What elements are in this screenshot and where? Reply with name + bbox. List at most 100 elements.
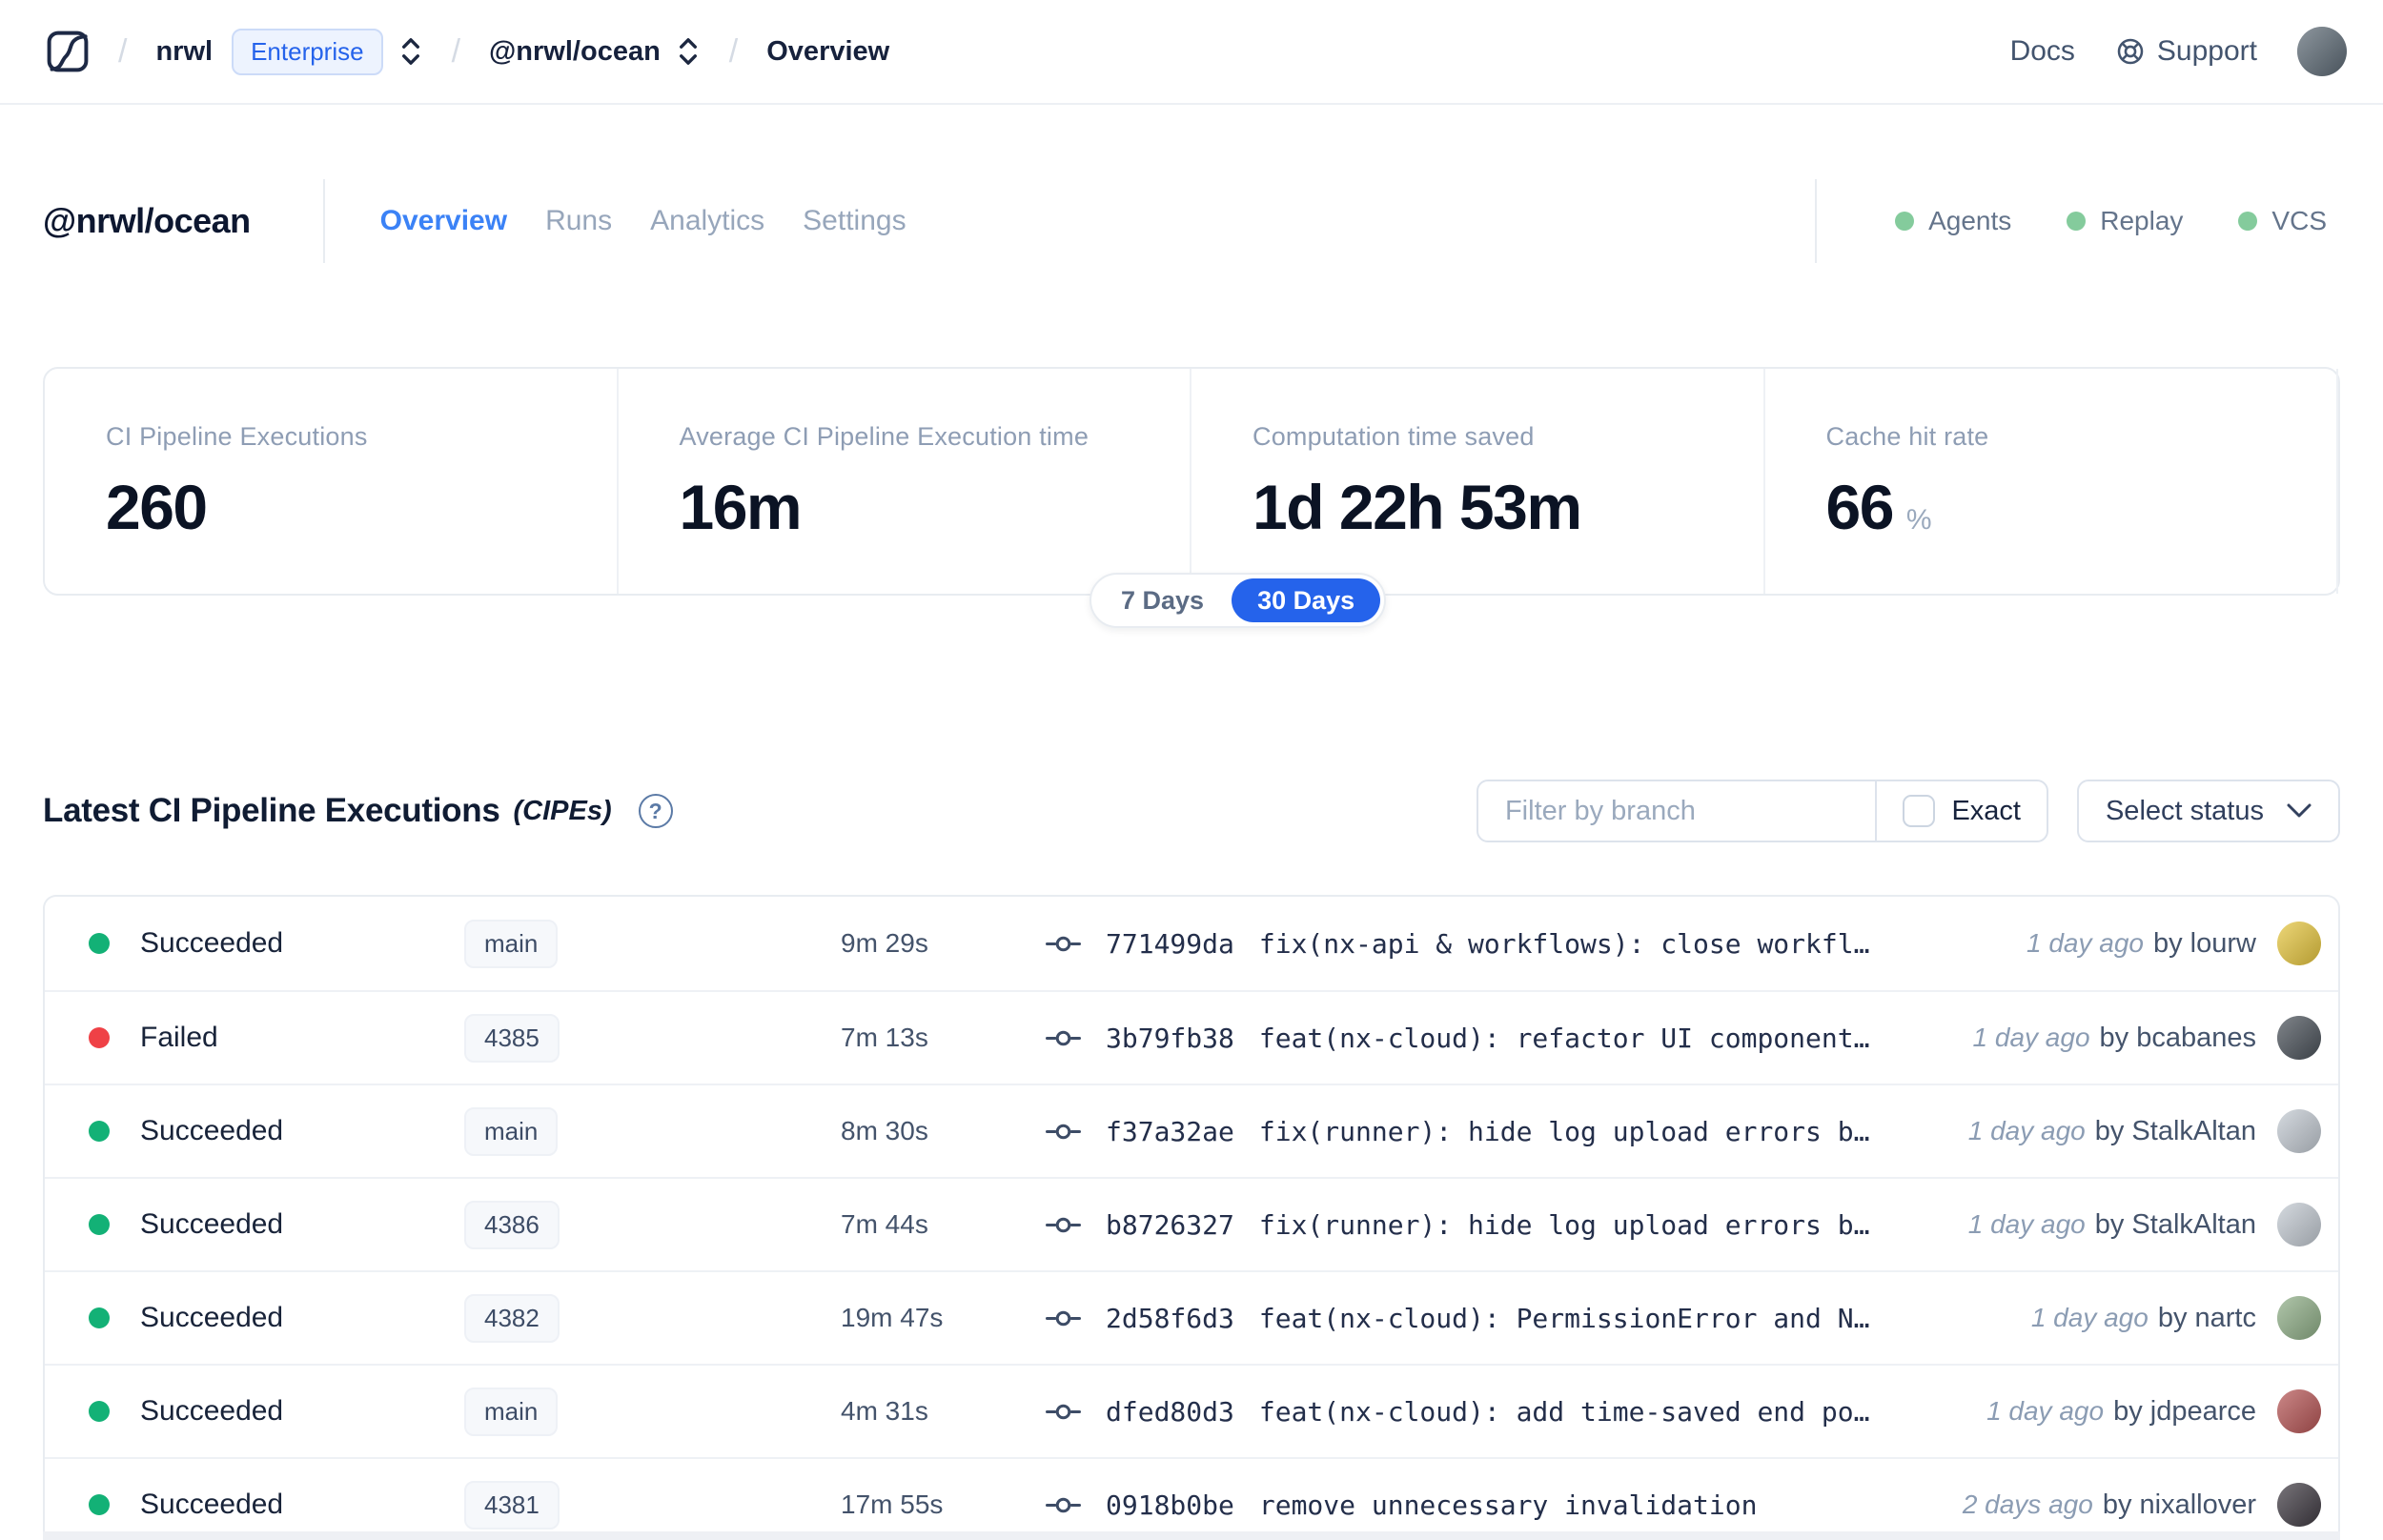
table-row[interactable]: Succeeded 4382 19m 47s 2d58f6d3 feat(nx-… <box>45 1270 2338 1364</box>
table-row[interactable]: Succeeded 4386 7m 44s b8726327 fix(runne… <box>45 1177 2338 1270</box>
table-row[interactable]: Succeeded main 4m 31s dfed80d3 feat(nx-c… <box>45 1364 2338 1457</box>
branch-cell: main <box>464 919 841 968</box>
commit-icon <box>1046 1404 1081 1419</box>
stat-label: Average CI Pipeline Execution time <box>679 422 1090 451</box>
duration: 8m 30s <box>841 1116 928 1145</box>
duration: 7m 13s <box>841 1023 928 1052</box>
commit-icon <box>1046 1497 1081 1512</box>
status-dot <box>89 1027 110 1048</box>
author: by nixallover <box>2102 1489 2256 1520</box>
status-cell: Succeeded <box>45 1489 464 1521</box>
author: by StalkAltan <box>2094 1115 2256 1146</box>
commit-cell: b8726327 fix(runner): hide log upload er… <box>1046 1209 1968 1241</box>
meta-cell: 1 day ago by bcabanes <box>1973 1016 2338 1060</box>
docs-link[interactable]: Docs <box>2010 35 2075 68</box>
avatar <box>2277 1483 2321 1527</box>
table-row[interactable]: Succeeded main 9m 29s 771499da fix(nx-ap… <box>45 897 2338 990</box>
stat-label: CI Pipeline Executions <box>106 422 368 451</box>
nx-cloud-logo-icon[interactable] <box>46 30 90 73</box>
commit-icon <box>1046 1124 1081 1139</box>
branch-cell: 4386 <box>464 1200 841 1249</box>
status-cell: Succeeded <box>45 1115 464 1147</box>
header-divider <box>322 179 325 263</box>
stat-card-average-execution-time: Average CI Pipeline Execution time 16m <box>619 369 1192 594</box>
tab-runs[interactable]: Runs <box>545 205 612 237</box>
stats-cards: CI Pipeline Executions 260 Average CI Pi… <box>43 367 2340 628</box>
page-title: @nrwl/ocean <box>43 201 251 240</box>
duration: 17m 55s <box>841 1489 944 1519</box>
stat-value: 1d 22h 53m <box>1253 472 1582 542</box>
enterprise-badge: Enterprise <box>232 28 383 75</box>
breadcrumb-org[interactable]: nrwl <box>155 36 213 68</box>
org-selector-chevrons-icon[interactable] <box>398 35 423 68</box>
time-ago: 1 day ago <box>1972 1023 2090 1052</box>
commit-hash: f37a32ae <box>1106 1115 1234 1147</box>
select-status-dropdown[interactable]: Select status <box>2076 780 2340 842</box>
branch-cell: 4381 <box>464 1480 841 1530</box>
select-status-label: Select status <box>2105 795 2264 826</box>
meta-cell: 2 days ago by nixallover <box>1963 1483 2338 1527</box>
workspace-selector-chevrons-icon[interactable] <box>676 35 701 68</box>
exact-label: Exact <box>1951 795 2021 826</box>
service-vcs[interactable]: VCS <box>2238 206 2327 236</box>
commit-hash: 0918b0be <box>1106 1489 1234 1521</box>
exact-checkbox[interactable] <box>1903 795 1936 827</box>
commit-cell: f37a32ae fix(runner): hide log upload er… <box>1046 1116 1968 1147</box>
commit-hash: b8726327 <box>1106 1208 1234 1241</box>
tab-analytics[interactable]: Analytics <box>650 205 764 237</box>
help-icon[interactable]: ? <box>638 794 673 828</box>
stat-value: 66 <box>1825 472 1895 542</box>
breadcrumb-separator: / <box>728 32 739 70</box>
breadcrumb-separator: / <box>118 32 128 70</box>
meta-cell: 1 day ago by StalkAltan <box>1968 1109 2338 1153</box>
section-title: Latest CI Pipeline Executions <box>43 792 500 829</box>
table-row[interactable]: Succeeded 4381 17m 55s 0918b0be remove u… <box>45 1457 2338 1540</box>
workspace-tabs: Overview Runs Analytics Settings <box>380 205 906 237</box>
duration: 19m 47s <box>841 1303 944 1332</box>
author: by bcabanes <box>2099 1022 2256 1053</box>
duration: 7m 44s <box>841 1209 928 1239</box>
avatar <box>2277 1016 2321 1060</box>
status-label: Succeeded <box>140 1489 284 1520</box>
status-label: Succeeded <box>140 1115 284 1146</box>
commit-icon <box>1046 1217 1081 1232</box>
duration: 4m 31s <box>841 1396 928 1426</box>
range-option-30-days[interactable]: 30 Days <box>1232 578 1381 622</box>
avatar <box>2277 1296 2321 1340</box>
author: by StalkAltan <box>2094 1208 2256 1240</box>
support-label: Support <box>2156 35 2257 67</box>
status-dot <box>89 933 110 954</box>
table-row[interactable]: Succeeded main 8m 30s f37a32ae fix(runne… <box>45 1084 2338 1177</box>
next-row-sliver <box>43 1531 2340 1540</box>
replay-status-dot <box>2067 212 2087 231</box>
tab-settings[interactable]: Settings <box>803 205 906 237</box>
exact-toggle[interactable]: Exact <box>1877 795 2047 827</box>
author: by jdpearce <box>2113 1395 2256 1427</box>
service-status-group: Agents Replay VCS <box>1742 179 2340 263</box>
status-dot <box>89 1494 110 1515</box>
status-label: Succeeded <box>140 1302 284 1333</box>
tab-overview[interactable]: Overview <box>380 205 507 237</box>
commit-message: remove unnecessary invalidation <box>1258 1489 1758 1521</box>
range-option-7-days[interactable]: 7 Days <box>1095 578 1230 622</box>
breadcrumb-workspace[interactable]: @nrwl/ocean <box>489 36 661 68</box>
branch-chip: 4381 <box>464 1480 560 1530</box>
cipe-filters: Exact Select status <box>1476 780 2340 842</box>
commit-hash: dfed80d3 <box>1106 1395 1234 1428</box>
date-range-toggle: 7 Days 30 Days <box>1090 573 1387 628</box>
commit-cell: 3b79fb38 feat(nx-cloud): refactor UI com… <box>1046 1023 1973 1054</box>
service-replay[interactable]: Replay <box>2067 206 2183 236</box>
service-agents[interactable]: Agents <box>1895 206 2011 236</box>
avatar <box>2277 922 2321 965</box>
support-link[interactable]: Support <box>2115 35 2257 68</box>
branch-filter-input[interactable] <box>1477 781 1876 841</box>
stat-card-ci-pipeline-executions: CI Pipeline Executions 260 <box>45 369 619 594</box>
status-dot <box>89 1214 110 1235</box>
agents-label: Agents <box>1928 206 2012 235</box>
user-avatar[interactable] <box>2297 27 2347 76</box>
branch-chip: main <box>464 1106 559 1156</box>
table-row[interactable]: Failed 4385 7m 13s 3b79fb38 feat(nx-clou… <box>45 990 2338 1084</box>
stat-value: 260 <box>106 472 208 542</box>
branch-filter-group: Exact <box>1476 780 2048 842</box>
commit-message: fix(runner): hide log upload errors b… <box>1258 1208 1870 1241</box>
